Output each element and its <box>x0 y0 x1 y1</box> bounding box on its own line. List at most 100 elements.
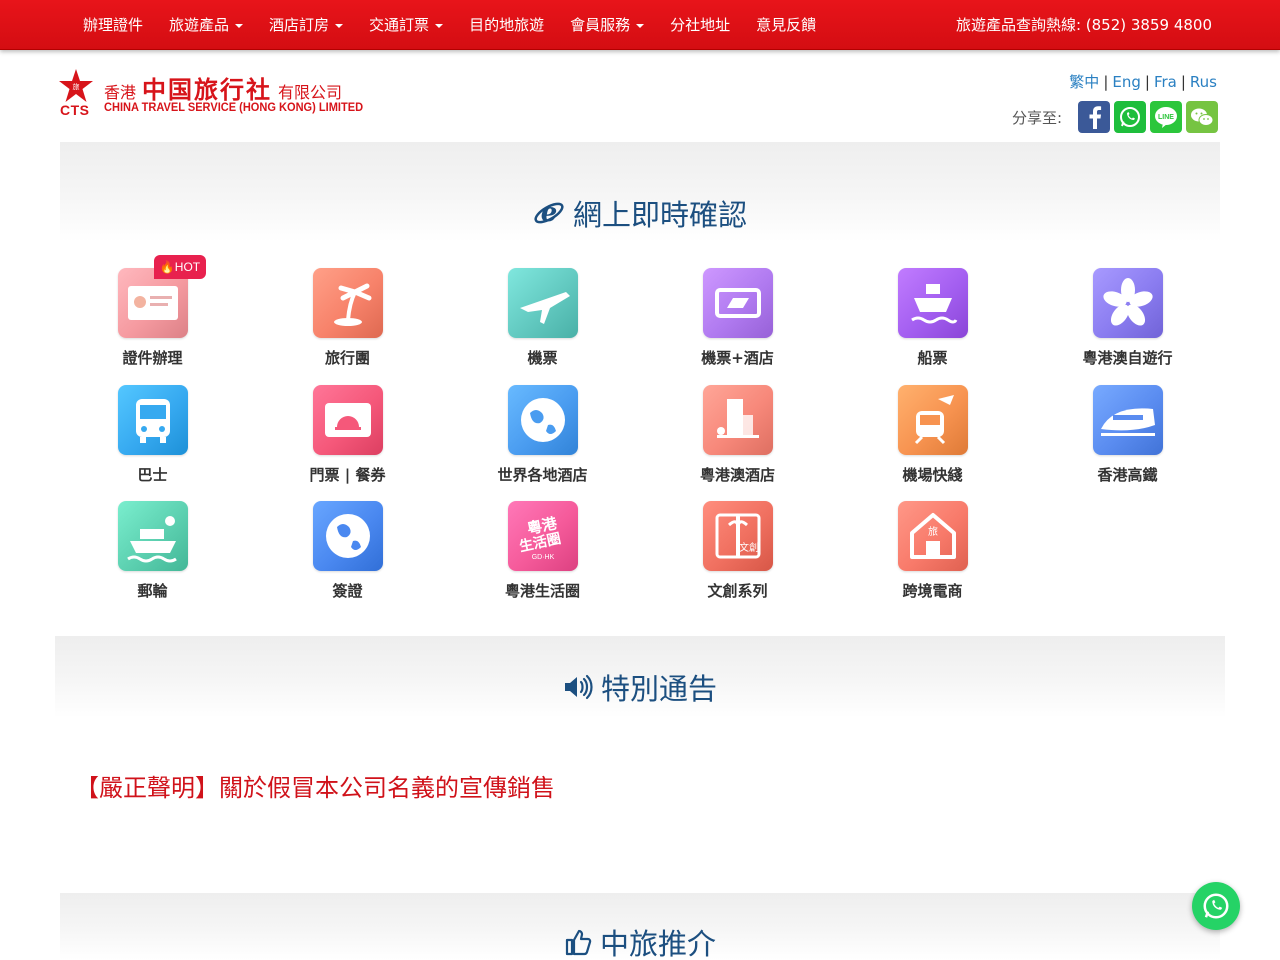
ie-browser-icon: e <box>534 198 564 228</box>
nav-menu: 辦理證件 旅遊產品 酒店訂房 交通訂票 目的地旅遊 會員服務 分社地址 意見反饋 <box>70 0 829 50</box>
hot-badge-text: HOT <box>174 260 201 274</box>
service-label: 粵港澳自遊行 <box>1082 349 1173 367</box>
service-palm-beach[interactable]: 旅行團 <box>255 255 450 371</box>
caret-down-icon <box>636 23 645 28</box>
nav-item-label: 交通訂票 <box>369 16 430 34</box>
service-dining-ticket[interactable]: 門票 | 餐券 <box>255 372 450 488</box>
palm-beach-icon <box>313 268 383 338</box>
service-hotel-building[interactable]: 粵港澳酒店 <box>645 372 840 488</box>
service-label: 巴士 <box>137 465 168 484</box>
special-notice-title: 特別通告 <box>600 672 717 706</box>
globe-icon <box>508 384 578 455</box>
wechat-icon[interactable] <box>1186 101 1218 133</box>
service-gd-hk-logo[interactable]: 粵港 生活圈 GD·HK 粵港生活圈 <box>450 488 645 604</box>
service-globe[interactable]: 世界各地酒店 <box>450 372 645 488</box>
nav-item-label: 分社地址 <box>670 16 731 34</box>
nav-item-6[interactable]: 分社地址 <box>657 0 743 50</box>
service-label: 粵港澳酒店 <box>699 465 775 484</box>
service-shop-house[interactable]: 旅跨境電商 <box>840 488 1035 604</box>
service-visa-globe[interactable]: 簽證 <box>255 488 450 604</box>
share-bar: 分享至: LINE <box>1012 101 1218 133</box>
hotel-building-icon <box>703 384 773 455</box>
nav-item-7[interactable]: 意見反饋 <box>743 0 829 50</box>
service-bauhinia[interactable]: 粵港澳自遊行 <box>1035 255 1230 371</box>
service-bus[interactable]: 巴士 <box>60 372 255 488</box>
nav-item-label: 辦理證件 <box>83 16 144 34</box>
nav-item-4[interactable]: 目的地旅遊 <box>456 0 557 50</box>
service-label: 香港高鐵 <box>1097 465 1158 484</box>
service-label: 機票+酒店 <box>701 349 774 367</box>
svg-text:文創: 文創 <box>739 541 759 554</box>
lang-fr[interactable]: Fra <box>1154 73 1177 91</box>
facebook-icon[interactable] <box>1078 101 1110 133</box>
svg-text:LINE: LINE <box>1158 114 1174 121</box>
high-speed-train-icon <box>1093 384 1163 455</box>
service-label: 跨境電商 <box>902 582 963 600</box>
special-notice-header: 特別通告 <box>55 636 1225 718</box>
service-high-speed-train[interactable]: 香港高鐵 <box>1035 372 1230 488</box>
notice-link[interactable]: 【嚴正聲明】關於假冒本公司名義的宣傳銷售 <box>75 768 555 803</box>
bus-icon <box>118 384 188 455</box>
whatsapp-icon[interactable] <box>1114 101 1146 133</box>
service-label: 世界各地酒店 <box>497 465 588 484</box>
service-airplane[interactable]: 機票 <box>450 255 645 371</box>
lang-separator: | <box>1144 73 1150 91</box>
whatsapp-float-button[interactable] <box>1192 882 1240 930</box>
svg-text:GD·HK: GD·HK <box>532 554 555 561</box>
star-logo-icon: 旅 <box>59 69 93 102</box>
service-label: 門票 | 餐券 <box>309 465 386 484</box>
logo-cts-text: CTS <box>60 102 90 118</box>
airport-train-icon <box>898 384 968 455</box>
cruise-icon <box>118 501 188 571</box>
service-ship[interactable]: 船票 <box>840 255 1035 371</box>
hotline-text: 旅遊產品查詢熱線: (852) 3859 4800 <box>955 16 1212 34</box>
nav-item-2[interactable]: 酒店訂房 <box>256 0 356 50</box>
caret-down-icon <box>235 23 244 28</box>
lang-separator: | <box>1103 73 1109 91</box>
gift-box-icon: 文創 <box>703 501 773 571</box>
service-ticket[interactable]: 機票+酒店 <box>645 255 840 371</box>
top-navbar: 辦理證件 旅遊產品 酒店訂房 交通訂票 目的地旅遊 會員服務 分社地址 意見反饋 旅遊產品查詢… <box>0 0 1280 50</box>
nav-item-5[interactable]: 會員服務 <box>557 0 657 50</box>
lang-zh-hant[interactable]: 繁中 <box>1069 73 1099 91</box>
recommend-header: 中旅推介 <box>60 893 1220 960</box>
nav-item-label: 酒店訂房 <box>269 16 330 34</box>
online-confirm-title: 網上即時確認 <box>572 198 747 232</box>
service-label: 旅行團 <box>324 349 370 367</box>
nav-item-label: 旅遊產品 <box>169 16 230 34</box>
service-label: 機場快綫 <box>902 465 963 484</box>
recommend-title: 中旅推介 <box>599 927 716 960</box>
line-icon[interactable]: LINE <box>1150 101 1182 133</box>
flame-icon: 🔥 <box>159 260 175 274</box>
service-id-card[interactable]: 證件辦理 🔥HOT <box>60 255 255 371</box>
ticket-icon <box>703 268 773 338</box>
svg-text:旅: 旅 <box>73 82 80 91</box>
cts-logo[interactable]: 旅 CTS 香港 中国旅行社 有限公司 CHINA TRAVEL SERVICE (… <box>58 68 368 120</box>
airplane-icon <box>508 268 578 338</box>
ship-icon <box>898 268 968 338</box>
service-gift-box[interactable]: 文創 文創系列 <box>645 488 840 604</box>
share-label: 分享至: <box>1011 108 1062 127</box>
service-label: 郵輪 <box>137 582 168 600</box>
service-cruise[interactable]: 郵輪 <box>60 488 255 604</box>
nav-item-3[interactable]: 交通訂票 <box>356 0 456 50</box>
nav-item-0[interactable]: 辦理證件 <box>70 0 156 50</box>
shop-house-icon: 旅 <box>898 501 968 571</box>
service-label: 證件辦理 <box>122 349 183 367</box>
nav-item-label: 會員服務 <box>570 16 631 34</box>
service-label: 簽證 <box>332 582 363 600</box>
online-confirm-header: e 網上即時確認 <box>60 142 1220 242</box>
speaker-icon <box>564 674 593 700</box>
nav-item-label: 目的地旅遊 <box>469 16 545 34</box>
whatsapp-icon <box>1203 893 1229 919</box>
lang-separator: | <box>1180 73 1186 91</box>
lang-ru[interactable]: Rus <box>1190 73 1217 91</box>
svg-text:e: e <box>541 198 558 228</box>
gd-hk-logo-icon: 粵港 生活圈 GD·HK <box>508 501 578 571</box>
service-airport-train[interactable]: 機場快綫 <box>840 372 1035 488</box>
nav-item-1[interactable]: 旅遊產品 <box>156 0 256 50</box>
svg-text:旅: 旅 <box>928 525 938 538</box>
visa-globe-icon <box>313 501 383 571</box>
thumbs-up-icon <box>565 929 592 956</box>
lang-en[interactable]: Eng <box>1112 73 1141 91</box>
